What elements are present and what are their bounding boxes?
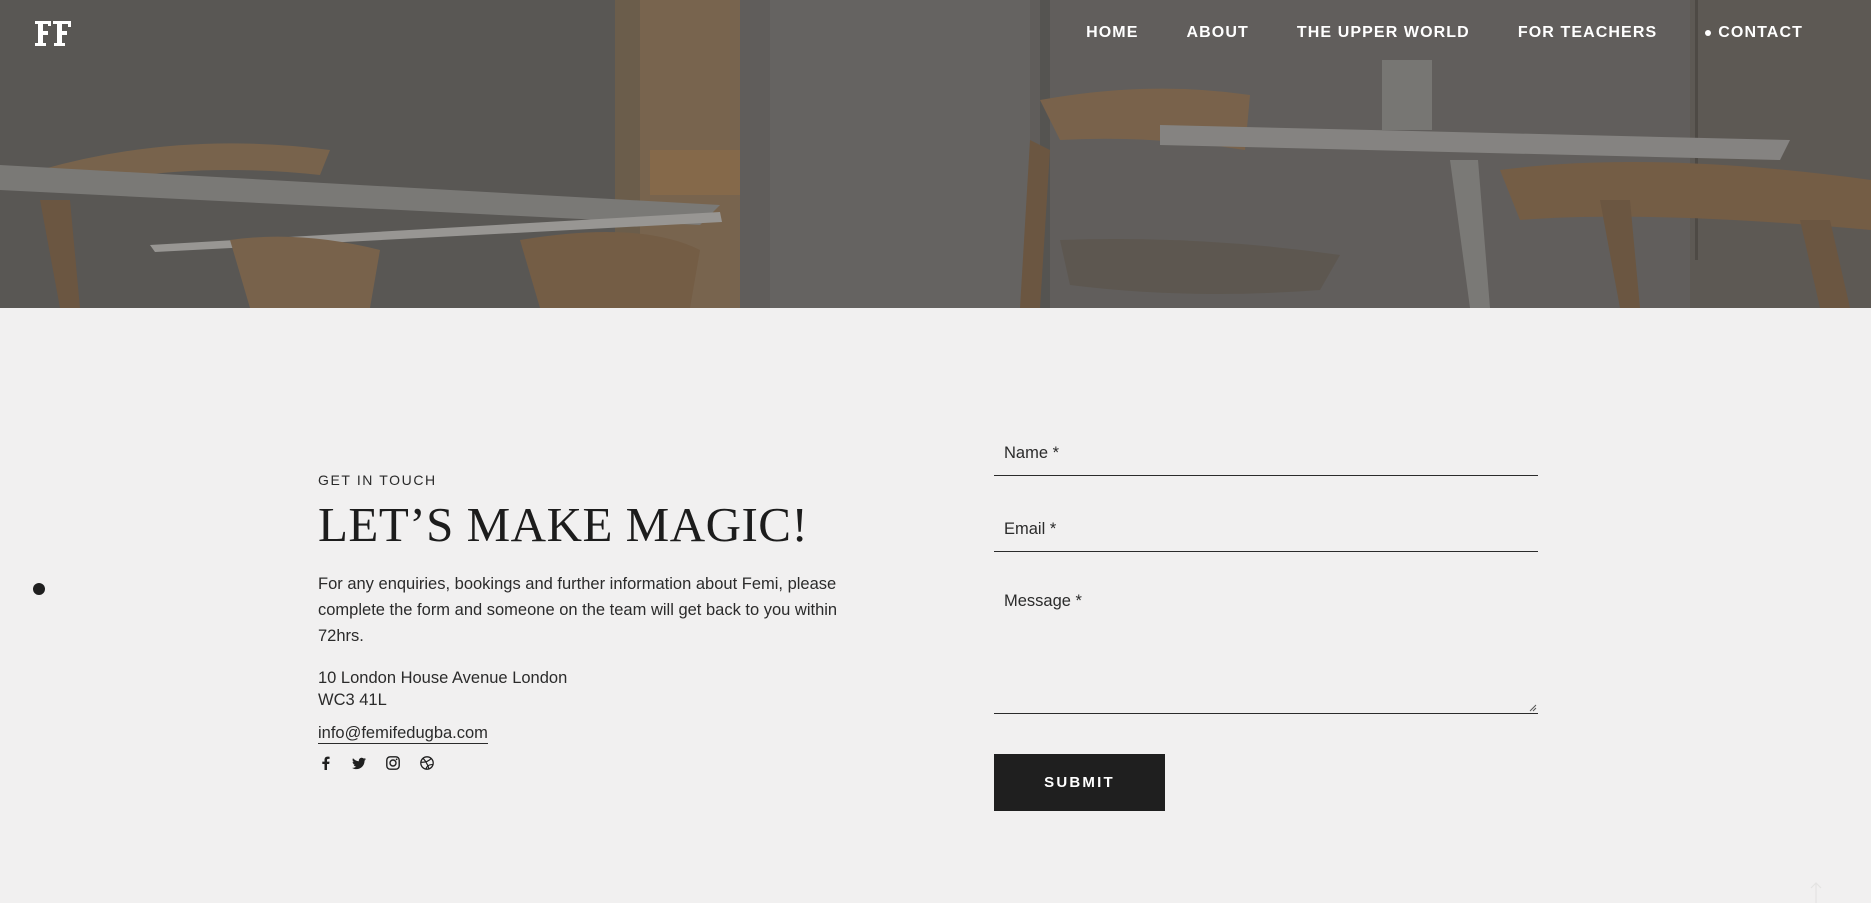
scroll-indicator-icon xyxy=(33,583,45,595)
facebook-icon[interactable] xyxy=(318,756,332,770)
intro-text: For any enquiries, bookings and further … xyxy=(318,575,838,645)
hero-banner: FF HOME ABOUT THE UPPER WORLD FOR TEACHE… xyxy=(0,0,1871,308)
contact-form: SUBMIT xyxy=(994,432,1538,811)
nav-contact[interactable]: CONTACT xyxy=(1705,24,1803,42)
contact-info: GET IN TOUCH LET’S MAKE MAGIC! For any e… xyxy=(318,472,858,770)
address: 10 London House Avenue London WC3 41L xyxy=(318,667,858,711)
nav-home-label: HOME xyxy=(1086,24,1139,41)
address-line-1: 10 London House Avenue London xyxy=(318,669,568,687)
instagram-icon[interactable] xyxy=(386,756,400,770)
eyebrow-label: GET IN TOUCH xyxy=(318,472,437,488)
nav-about[interactable]: ABOUT xyxy=(1186,24,1248,42)
twitter-icon[interactable] xyxy=(352,756,366,770)
active-indicator-icon xyxy=(1705,30,1712,36)
nav-about-label: ABOUT xyxy=(1186,24,1249,41)
resize-grip-icon[interactable] xyxy=(1529,704,1537,712)
brand-logo[interactable]: FF xyxy=(33,18,75,48)
email-link[interactable]: info@femifedugba.com xyxy=(318,723,488,744)
main-nav: HOME ABOUT THE UPPER WORLD FOR TEACHERS … xyxy=(1086,0,1803,66)
nav-the-upper-world[interactable]: THE UPPER WORLD xyxy=(1297,24,1470,42)
email-field xyxy=(994,508,1538,552)
name-input[interactable] xyxy=(994,432,1538,475)
submit-button[interactable]: SUBMIT xyxy=(994,754,1165,811)
page-title: LET’S MAKE MAGIC! xyxy=(318,497,809,552)
nav-for-teachers[interactable]: FOR TEACHERS xyxy=(1518,24,1657,42)
nav-contact-label: CONTACT xyxy=(1718,24,1803,41)
social-links xyxy=(318,756,858,770)
address-line-2: WC3 41L xyxy=(318,691,387,709)
nav-home[interactable]: HOME xyxy=(1086,24,1138,42)
message-textarea[interactable] xyxy=(994,584,1538,713)
message-field xyxy=(994,584,1538,714)
dribbble-icon[interactable] xyxy=(420,756,434,770)
nav-the-upper-world-label: THE UPPER WORLD xyxy=(1296,24,1470,41)
nav-for-teachers-label: FOR TEACHERS xyxy=(1517,24,1658,41)
name-field xyxy=(994,432,1538,476)
email-input[interactable] xyxy=(994,508,1538,551)
back-to-top-icon[interactable] xyxy=(1809,881,1823,903)
